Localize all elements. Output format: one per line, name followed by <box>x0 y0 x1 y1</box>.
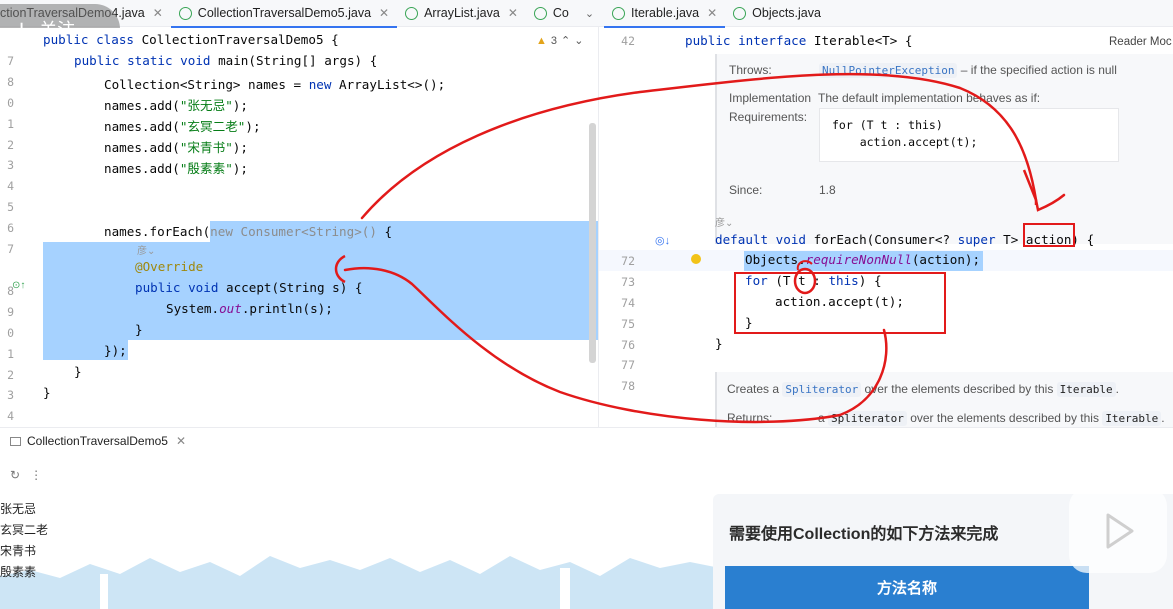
tab-label: Co <box>552 6 569 20</box>
close-icon[interactable]: ✕ <box>153 6 163 20</box>
author-hint-icon[interactable]: 彦⌄ <box>715 214 733 229</box>
left-editor[interactable]: 7 8 0 1 2 3 4 5 6 7 8 9 0 1 2 3 4 ⊙↑ ▲ 3… <box>0 28 598 427</box>
warning-indicator[interactable]: ▲ 3 ⌃ ⌄ <box>536 34 584 48</box>
doc-code-block: for (T t : this) action.accept(t); <box>819 108 1119 162</box>
chevron-down-icon[interactable]: ⌄ <box>585 7 594 20</box>
audio-waveform <box>0 556 720 609</box>
code-line: } <box>43 385 51 400</box>
doc-throws-text: NullPointerException – if the specified … <box>819 63 1117 78</box>
console-line: 张无忌 <box>0 502 37 516</box>
code-line: } <box>135 322 143 337</box>
chevron-up-icon: ⌃ <box>561 35 571 47</box>
doc-throws: Throws: <box>729 63 772 77</box>
right-editor[interactable]: 42 public interface Iterable<T> { Reader… <box>599 28 1173 427</box>
code-line: }); <box>104 343 127 358</box>
annotation-box <box>734 272 946 334</box>
doc-returns: Returns: <box>727 411 773 425</box>
doc-impl-label: Implementation <box>729 91 812 105</box>
class-icon <box>178 6 192 20</box>
code-line: public void accept(String s) { <box>135 280 363 295</box>
code-line: names.add("殷素素"); <box>104 161 248 176</box>
doc-impl-text: The default implementation behaves as if… <box>818 91 1041 105</box>
rerun-icon[interactable]: ↻ <box>10 468 20 482</box>
code-line: @Override <box>135 259 204 274</box>
code-line: Objects.requireNonNull(action); <box>745 252 981 267</box>
override-gutter-icon[interactable]: ⊙↑ <box>12 280 25 291</box>
tab-co[interactable]: Co <box>526 0 577 27</box>
bulb-icon[interactable] <box>691 254 701 264</box>
class-icon <box>405 6 419 20</box>
scrollbar[interactable] <box>589 123 596 363</box>
method-table-header: 方法名称 <box>725 566 1089 609</box>
tab-label: ArrayList.java <box>424 6 500 20</box>
code-line: names.forEach(new Consumer<String>() { <box>104 224 393 239</box>
play-button[interactable] <box>1069 488 1167 573</box>
code-line: public interface Iterable<T> { <box>685 33 913 48</box>
doc-creates: Creates a Spliterator over the elements … <box>727 382 1119 397</box>
interface-icon <box>612 6 625 20</box>
doc-req-label: Requirements: <box>729 110 808 124</box>
more-icon[interactable]: ⋮ <box>30 468 42 482</box>
chevron-down-icon: ⌄ <box>574 35 584 47</box>
code-line: } <box>74 364 82 379</box>
close-icon[interactable]: ✕ <box>176 434 186 448</box>
line-numbers: 72 73 74 75 76 77 78 <box>621 253 635 394</box>
ide-window: ctionTraversalDemo4.java ✕ CollectionTra… <box>0 0 1173 609</box>
author-hint-icon[interactable]: 彦⌄ <box>137 242 155 257</box>
right-tab-bar: Iterable.java ✕ Objects.java <box>598 0 1173 28</box>
tab-arraylist[interactable]: ArrayList.java ✕ <box>397 0 526 27</box>
tab-label: Iterable.java <box>631 6 700 20</box>
line-numbers: 7 8 0 1 2 3 4 5 6 7 8 9 0 1 2 3 4 <box>7 53 14 424</box>
tab-objects[interactable]: Objects.java <box>725 0 829 27</box>
console-line: 玄冥二老 <box>0 523 49 537</box>
console-line: 宋青书 <box>0 544 37 558</box>
run-toolbar: ↻ ⋮ <box>10 468 42 482</box>
class-icon <box>733 6 747 20</box>
line-number: 42 <box>621 34 635 48</box>
code-line: Collection<String> names = new ArrayList… <box>104 77 446 92</box>
method-name-header: 方法名称 <box>876 580 937 597</box>
console-line: 殷素素 <box>0 565 37 579</box>
close-icon[interactable]: ✕ <box>379 6 389 20</box>
code-line: } <box>715 336 723 351</box>
warning-icon: ▲ <box>536 34 547 47</box>
tab-demo5[interactable]: CollectionTraversalDemo5.java ✕ <box>170 0 398 28</box>
code-line: System.out.println(s); <box>166 301 333 316</box>
annotation-box <box>1023 223 1075 247</box>
run-tab[interactable]: CollectionTraversalDemo5 ✕ <box>10 434 186 448</box>
tab-label: CollectionTraversalDemo5.java <box>197 6 372 20</box>
play-icon <box>1106 513 1134 548</box>
implemented-gutter-icon[interactable]: ◎↓ <box>655 234 670 247</box>
doc-since-value: 1.8 <box>819 183 836 197</box>
close-icon[interactable]: ✕ <box>508 6 518 20</box>
code-line: names.add("张无忌"); <box>104 98 248 113</box>
class-icon <box>533 6 547 20</box>
code-line: public static void main(String[] args) { <box>74 53 378 68</box>
tab-iterable[interactable]: Iterable.java ✕ <box>604 0 726 28</box>
tab-label: Objects.java <box>752 6 821 20</box>
code-line: public class CollectionTraversalDemo5 { <box>43 32 339 47</box>
reader-mode-button[interactable]: Reader Moc <box>1109 36 1172 48</box>
doc-returns-text: a Spliterator over the elements describe… <box>818 411 1165 426</box>
console-output: 张无忌 玄冥二老 宋青书 殷素素 <box>0 498 720 609</box>
close-icon[interactable]: ✕ <box>707 6 717 20</box>
console-icon <box>10 436 21 446</box>
code-line: names.add("玄冥二老"); <box>104 119 261 134</box>
code-line: names.add("宋青书"); <box>104 140 248 155</box>
doc-since-label: Since: <box>729 183 763 197</box>
slide-title: 需要使用Collection的如下方法来完成 <box>729 526 999 543</box>
